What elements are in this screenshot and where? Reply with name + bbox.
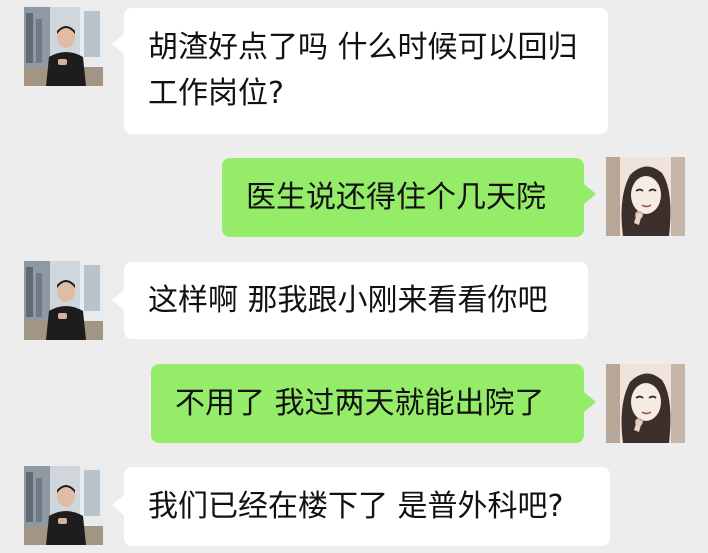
message-text: 不用了 我过两天就能出院了 <box>175 386 545 421</box>
bubble-tail <box>112 495 124 515</box>
man-portrait-icon <box>24 261 103 340</box>
self-avatar[interactable] <box>606 364 685 443</box>
bubble-tail <box>584 184 596 204</box>
message-bubble-sent[interactable]: 不用了 我过两天就能出院了 <box>151 364 584 443</box>
woman-sketch-portrait-icon <box>606 157 685 236</box>
message-bubble-received[interactable]: 胡渣好点了吗 什么时候可以回归 工作岗位? <box>124 8 608 134</box>
message-text-line: 工作岗位? <box>148 76 284 111</box>
bubble-tail <box>584 392 596 412</box>
message-bubble-received[interactable]: 我们已经在楼下了 是普外科吧? <box>124 467 610 546</box>
message-bubble-received[interactable]: 这样啊 那我跟小刚来看看你吧 <box>124 262 588 339</box>
contact-avatar[interactable] <box>24 261 103 340</box>
bubble-tail <box>112 34 124 54</box>
self-avatar[interactable] <box>606 157 685 236</box>
message-text: 医生说还得住个几天院 <box>246 180 546 215</box>
man-portrait-icon <box>24 466 103 545</box>
message-text: 我们已经在楼下了 是普外科吧? <box>148 489 564 524</box>
woman-sketch-portrait-icon <box>606 364 685 443</box>
bubble-tail <box>112 290 124 310</box>
man-portrait-icon <box>24 7 103 86</box>
message-text-line: 胡渣好点了吗 什么时候可以回归 <box>148 30 578 65</box>
contact-avatar[interactable] <box>24 466 103 545</box>
message-text: 这样啊 那我跟小刚来看看你吧 <box>148 283 548 318</box>
message-bubble-sent[interactable]: 医生说还得住个几天院 <box>222 158 584 237</box>
contact-avatar[interactable] <box>24 7 103 86</box>
